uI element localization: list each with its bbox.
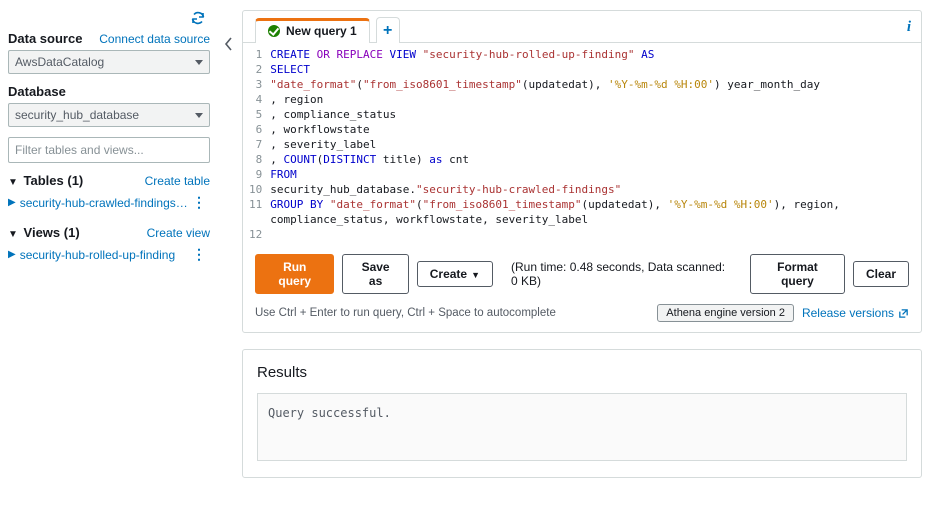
view-row: ▶ security-hub-rolled-up-finding ⋮ xyxy=(8,244,210,271)
create-view-link[interactable]: Create view xyxy=(147,226,210,240)
tab-label: New query 1 xyxy=(286,24,357,38)
caret-down-icon[interactable]: ▼ xyxy=(8,177,18,188)
run-status-text: (Run time: 0.48 seconds, Data scanned: 0… xyxy=(511,260,734,288)
caret-down-icon[interactable]: ▼ xyxy=(8,229,18,240)
hint-row: Use Ctrl + Enter to run query, Ctrl + Sp… xyxy=(243,304,921,332)
caret-right-icon[interactable]: ▶ xyxy=(8,249,16,260)
line-gutter: 1 2 3 4 5 6 7 8 9 10 11 12 xyxy=(249,47,270,242)
caret-right-icon[interactable]: ▶ xyxy=(8,197,16,208)
view-item[interactable]: security-hub-rolled-up-finding xyxy=(20,248,188,262)
views-header: Views (1) xyxy=(24,225,80,240)
table-row: ▶ security-hub-crawled-findings (Partiti… xyxy=(8,192,210,219)
view-menu-icon[interactable]: ⋮ xyxy=(188,246,210,263)
external-link-icon xyxy=(898,308,909,319)
tab-strip: New query 1 + xyxy=(243,11,921,43)
data-source-select[interactable]: AwsDataCatalog xyxy=(8,50,210,74)
release-versions-link[interactable]: Release versions xyxy=(802,306,909,320)
code-editor[interactable]: 1 2 3 4 5 6 7 8 9 10 11 12 CREATE OR REP… xyxy=(243,42,921,244)
table-item[interactable]: security-hub-crawled-findings (Partiti..… xyxy=(20,196,188,210)
table-menu-icon[interactable]: ⋮ xyxy=(188,194,210,211)
tables-header: Tables (1) xyxy=(24,173,84,188)
results-output: Query successful. xyxy=(257,393,907,461)
database-select[interactable]: security_hub_database xyxy=(8,103,210,127)
create-table-link[interactable]: Create table xyxy=(145,174,210,188)
success-check-icon xyxy=(268,25,280,37)
database-value: security_hub_database xyxy=(15,108,139,122)
main: i New query 1 + 1 2 3 4 5 6 7 8 9 10 11 … xyxy=(240,0,932,524)
action-bar: Run query Save as Create ▼ (Run time: 0.4… xyxy=(243,244,921,304)
tab-query-1[interactable]: New query 1 xyxy=(255,18,370,43)
chevron-down-icon: ▼ xyxy=(471,270,480,280)
results-panel: Results Query successful. xyxy=(242,349,922,478)
filter-tables-input[interactable] xyxy=(8,137,210,163)
data-source-label: Data source xyxy=(8,31,82,46)
create-dropdown-button[interactable]: Create ▼ xyxy=(417,261,493,287)
editor-panel: i New query 1 + 1 2 3 4 5 6 7 8 9 10 11 … xyxy=(242,10,922,333)
hint-text: Use Ctrl + Enter to run query, Ctrl + Sp… xyxy=(255,307,556,319)
connect-data-source-link[interactable]: Connect data source xyxy=(99,32,210,46)
add-tab-button[interactable]: + xyxy=(376,17,400,43)
engine-version-pill[interactable]: Athena engine version 2 xyxy=(657,304,794,322)
database-label: Database xyxy=(8,84,210,99)
save-as-button[interactable]: Save as xyxy=(342,254,408,294)
run-query-button[interactable]: Run query xyxy=(255,254,334,294)
format-query-button[interactable]: Format query xyxy=(750,254,845,294)
info-icon[interactable]: i xyxy=(907,19,911,36)
data-source-value: AwsDataCatalog xyxy=(15,55,104,69)
refresh-icon[interactable] xyxy=(190,10,206,26)
results-title: Results xyxy=(257,364,907,381)
code-content[interactable]: CREATE OR REPLACE VIEW "security-hub-rol… xyxy=(270,47,911,242)
collapse-sidebar-button[interactable] xyxy=(218,0,240,524)
sidebar: Data source Connect data source AwsDataC… xyxy=(0,0,218,524)
create-label: Create xyxy=(430,267,467,281)
clear-button[interactable]: Clear xyxy=(853,261,909,287)
